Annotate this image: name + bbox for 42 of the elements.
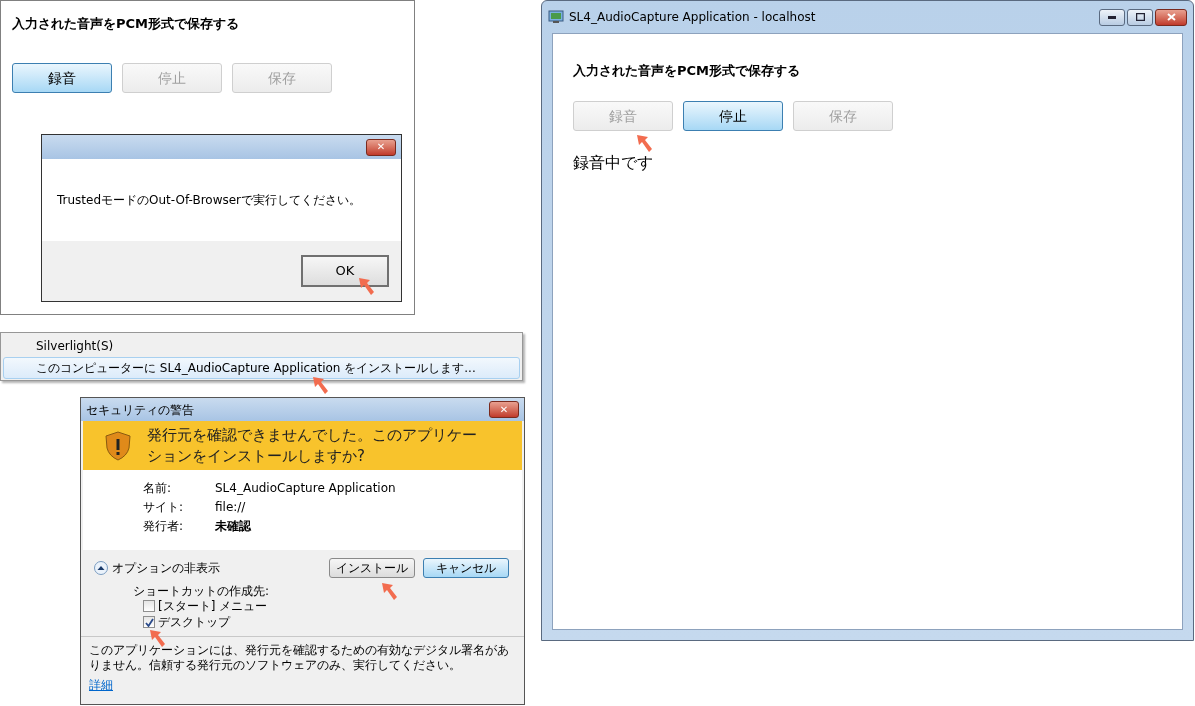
push-button[interactable]: 録音 [12,63,112,93]
page-heading: 入力された音声をPCM形式で保存する [12,15,239,33]
pointer-arrow-icon [312,376,330,396]
page-heading: 入力された音声をPCM形式で保存する [573,62,801,80]
ok-button[interactable]: OK [301,255,389,287]
maximize-icon [1135,13,1145,21]
checkbox-label: デスクトップ [158,614,230,631]
pointer-arrow-icon [636,134,654,154]
collapse-icon [94,561,108,575]
shortcut-label: ショートカットの作成先: [133,583,270,598]
dialog-message: TrustedモードのOut-Of-Browserで実行してください。 [57,192,362,209]
status-text: 録音中です [573,152,653,174]
minimize-icon [1108,15,1116,19]
menu-item[interactable]: Silverlight(S) [3,335,520,357]
dialog-title: セキュリティの警告 [86,401,194,419]
warning-text: 発行元を確認できませんでした。このアプリケーションをインストールしますか? [147,424,478,467]
field-label: 名前: [143,480,173,497]
app-window-icon [548,10,564,24]
window-title: SL4_AudioCapture Application - localhost [569,9,816,26]
push-button[interactable]: キャンセル [423,558,509,578]
checkbox-label: [スタート] メニュー [158,598,268,615]
minimize-button[interactable] [1099,8,1125,26]
menu-item[interactable]: このコンピューターに SL4_AudioCapture Application をインストールします... [3,357,520,379]
push-button[interactable]: 停止 [683,101,783,131]
footnote-text: このアプリケーションには、発行元を確認するための有効なデジタル署名がありません。信頼する発行元のソフトウェアのみ、実行してください。 [89,643,510,673]
push-button[interactable]: インストール [329,558,415,578]
checkbox[interactable] [143,600,155,612]
pointer-arrow-icon [358,277,376,297]
field-label: サイト: [143,499,185,516]
checkmark-icon [144,617,154,627]
close-icon [1166,13,1176,21]
details-link[interactable]: 詳細 [89,676,113,694]
pointer-arrow-icon [381,582,399,602]
checkbox[interactable] [143,616,155,628]
maximize-button[interactable] [1127,8,1153,26]
field-label: 発行者: [143,518,185,535]
field-value: file:// [215,499,246,516]
options-toggle[interactable]: オプションの非表示 [94,559,220,577]
shield-warning-icon [105,430,131,461]
field-value: 未確認 [215,518,251,535]
field-value: SL4_AudioCapture Application [215,480,396,497]
close-button[interactable] [1155,8,1187,26]
